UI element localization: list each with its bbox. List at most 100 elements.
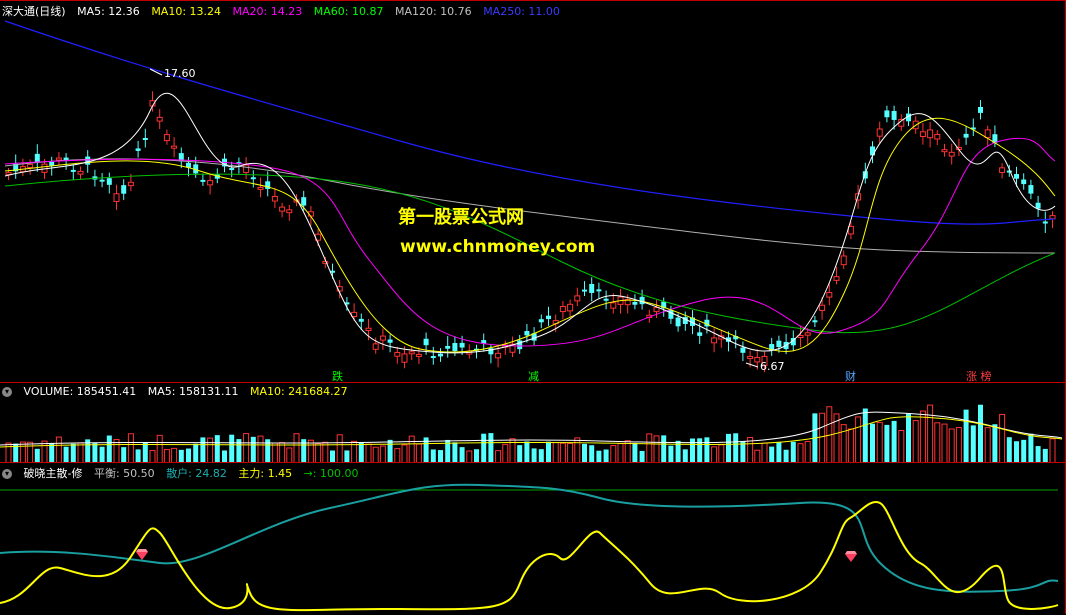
volume-header: ▾ VOLUME: 185451.41 MA5: 158131.11 MA10:…	[2, 385, 356, 398]
volume-bar	[415, 443, 422, 463]
candle	[847, 225, 854, 235]
volume-bar	[1006, 437, 1012, 463]
volume-bar	[257, 435, 264, 463]
ma120-label: MA120: 10.76	[394, 5, 472, 18]
price-chart-svg	[4, 20, 1056, 373]
candle	[653, 307, 660, 313]
volume-bar	[135, 449, 141, 463]
volume-bar	[517, 445, 523, 463]
volume-bar	[847, 428, 854, 463]
collapse-icon[interactable]: ▾	[2, 387, 12, 397]
signal-icon	[136, 549, 148, 560]
volume-bar	[127, 433, 134, 463]
volume-bar	[682, 449, 688, 463]
candle	[812, 320, 818, 323]
volume-ma10-label: MA10: 241684.27	[249, 385, 348, 398]
volume-bar	[617, 443, 624, 463]
candle	[819, 304, 826, 311]
volume-bar	[582, 443, 587, 463]
volume-bar	[5, 442, 12, 463]
candle	[379, 335, 386, 341]
indicator-arrow: →: 100.00	[303, 467, 359, 480]
volume-bar	[99, 446, 105, 463]
candle	[135, 148, 141, 151]
candle	[127, 181, 134, 187]
volume-bar	[941, 423, 948, 463]
candle	[589, 283, 595, 293]
price-chart-panel[interactable]: 深大通(日线) MA5: 12.36 MA10: 13.24 MA20: 14.…	[0, 0, 1066, 383]
volume-bar	[661, 435, 667, 463]
candle	[301, 197, 307, 206]
candle	[740, 347, 746, 353]
indicator-name[interactable]: 破晓主散-修	[24, 467, 83, 480]
candle	[459, 342, 465, 348]
volume-bar	[992, 424, 998, 463]
volume-bar	[459, 447, 465, 463]
ma10-label: MA10: 13.24	[151, 5, 222, 18]
ma5-line	[4, 92, 1056, 354]
candle	[250, 177, 256, 180]
candle	[567, 303, 574, 312]
candle	[891, 111, 897, 120]
volume-bar	[121, 447, 127, 463]
candle	[365, 327, 372, 332]
candle	[394, 351, 401, 357]
candle	[711, 337, 718, 344]
volume-bar	[77, 442, 84, 463]
volume-bar	[1028, 433, 1034, 463]
candle	[452, 343, 458, 352]
volume-bar	[552, 442, 559, 463]
high-price-label: 17.60	[164, 67, 196, 80]
indicator-chart-svg	[0, 483, 1059, 612]
candle	[934, 133, 941, 140]
candle	[163, 134, 170, 142]
candle	[387, 339, 393, 343]
volume-bar	[769, 446, 775, 463]
volume-bar	[186, 448, 191, 463]
volume-ma5-label: MA5: 158131.11	[147, 385, 239, 398]
ma250-line	[4, 20, 1056, 225]
stock-title[interactable]: 深大通(日线)	[2, 5, 66, 18]
volume-bar	[34, 448, 40, 463]
volume-bar	[546, 441, 551, 463]
volume-bar	[574, 437, 581, 463]
volume-bar	[106, 435, 112, 463]
volume-bar	[603, 449, 609, 463]
volume-bar	[876, 421, 883, 463]
indicator-pingheng: 平衡: 50.50	[93, 467, 155, 480]
candle	[884, 110, 890, 118]
candle	[1021, 179, 1027, 185]
candle	[34, 153, 40, 162]
candle	[49, 161, 55, 166]
volume-bar	[999, 413, 1006, 463]
candle	[77, 170, 84, 175]
volume-bar	[200, 437, 206, 463]
volume-bar	[912, 420, 919, 463]
indicator-panel[interactable]: ▾ 破晓主散-修 平衡: 50.50 散户: 24.82 主力: 1.45 →:…	[0, 462, 1066, 614]
ma250-label: MA250: 11.00	[483, 5, 560, 18]
volume-bar	[70, 443, 76, 463]
volume-bar	[1021, 439, 1027, 463]
volume-bar	[761, 442, 768, 463]
volume-bar	[1042, 448, 1048, 463]
candle	[776, 340, 782, 348]
volume-bar	[733, 433, 739, 463]
candle	[171, 145, 178, 149]
candle	[229, 168, 235, 171]
volume-bar	[524, 441, 530, 463]
candle	[546, 315, 551, 320]
volume-panel[interactable]: ▾ VOLUME: 185451.41 MA5: 158131.11 MA10:…	[0, 382, 1066, 463]
candle	[833, 276, 840, 281]
volume-bar	[559, 442, 566, 463]
volume-bar	[726, 433, 731, 463]
volume-bar	[906, 413, 911, 463]
volume-bar	[408, 435, 415, 463]
volume-bar	[978, 404, 983, 463]
volume-bar	[790, 441, 796, 463]
candle	[1035, 202, 1041, 209]
candle	[978, 106, 983, 113]
collapse-icon[interactable]: ▾	[2, 469, 12, 479]
candle	[639, 296, 645, 305]
volume-bar	[797, 443, 804, 463]
volume-bar	[171, 447, 178, 463]
